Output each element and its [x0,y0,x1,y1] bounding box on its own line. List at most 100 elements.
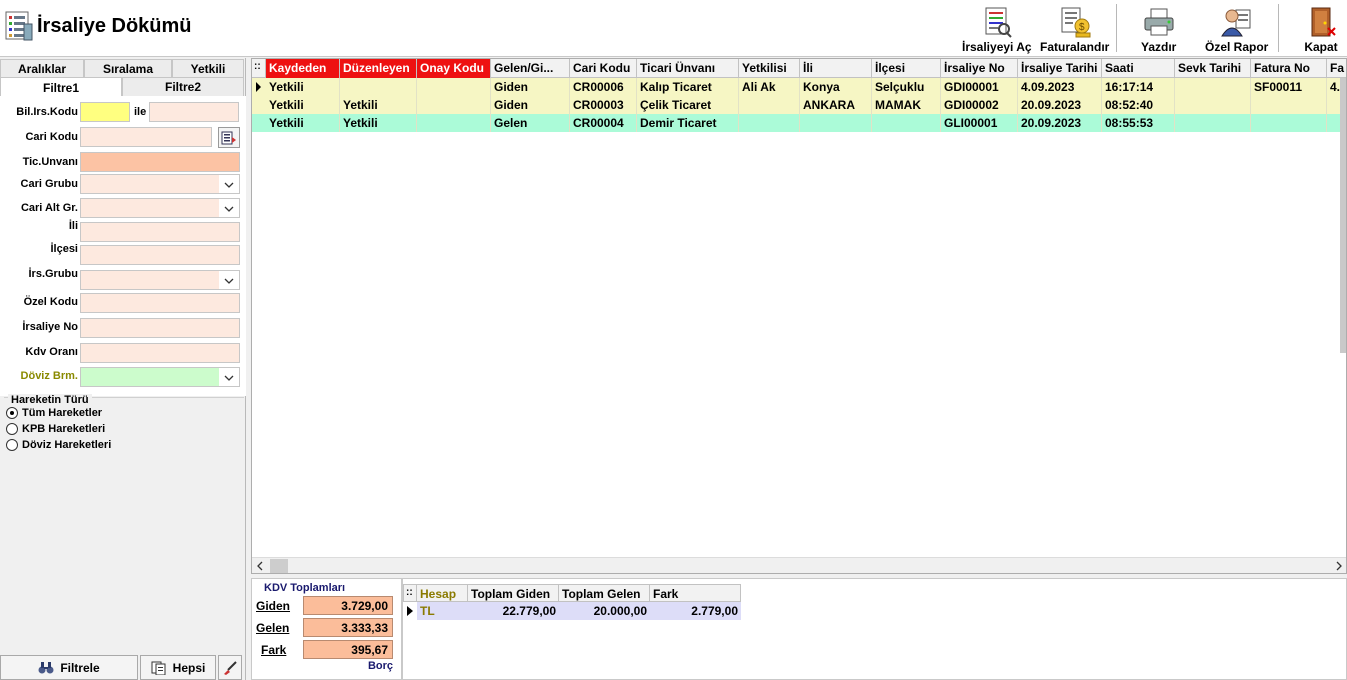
table-cell[interactable] [872,114,941,132]
bil-irs-kodu-end-input[interactable] [149,102,239,122]
table-cell[interactable]: 20.09.2023 [1018,96,1102,114]
tab-filtre2[interactable]: Filtre2 [122,77,244,96]
horizontal-scrollbar[interactable] [252,557,1346,573]
cari-kodu-input[interactable] [80,127,212,147]
cari-alt-gr-select[interactable] [80,198,240,218]
table-row[interactable]: Yetkili Yetkili Giden CR00003 Çelik Ticaret A… [252,96,1346,114]
tab-yetkili[interactable]: Yetkili [172,59,244,78]
summary-header-fark[interactable]: Fark [650,584,741,602]
table-cell[interactable]: Çelik Ticaret [637,96,739,114]
cari-grubu-select[interactable] [80,174,240,194]
column-header-gelen-gi[interactable]: Gelen/Gi... [491,59,570,78]
table-cell[interactable]: Demir Ticaret [637,114,739,132]
radio-button[interactable] [6,439,18,451]
column-header-irsaliye-tarihi[interactable]: İrsaliye Tarihi [1018,59,1102,78]
delivery-note-grid[interactable]: :: Kaydeden Düzenleyen Onay Kodu Gelen/Gi..… [251,58,1347,574]
column-header-fa[interactable]: Fa [1327,59,1346,78]
column-header-cari-kodu[interactable]: Cari Kodu [570,59,637,78]
table-row[interactable]: Yetkili Giden CR00006 Kalıp Ticaret Ali Ak Ko… [252,78,1346,96]
radio-kpb-hareketleri[interactable]: KPB Hareketleri [6,421,105,437]
table-cell[interactable] [800,114,872,132]
table-cell[interactable]: 08:55:53 [1102,114,1175,132]
radio-tum-hareketler[interactable]: Tüm Hareketler [6,405,102,421]
tab-araliklar[interactable]: Aralıklar [0,59,84,78]
table-cell[interactable]: Yetkili [340,114,417,132]
column-header-onay-kodu[interactable]: Onay Kodu [417,59,491,78]
summary-header-toplam-gelen[interactable]: Toplam Gelen [559,584,650,602]
ili-input[interactable] [80,222,240,242]
table-cell[interactable]: Yetkili [266,78,340,96]
table-cell[interactable] [1175,78,1251,96]
column-header-irsaliye-no[interactable]: İrsaliye No [941,59,1018,78]
table-cell[interactable]: CR00004 [570,114,637,132]
table-cell[interactable] [1251,96,1327,114]
summary-header-hesap[interactable]: Hesap [417,584,468,602]
print-button[interactable]: Yazdır [1141,2,1176,54]
scroll-thumb[interactable] [270,559,288,573]
summary-header-toplam-giden[interactable]: Toplam Giden [468,584,559,602]
table-cell[interactable]: GLI00001 [941,114,1018,132]
table-cell[interactable]: Ali Ak [739,78,800,96]
table-cell[interactable] [1251,114,1327,132]
table-cell[interactable]: CR00006 [570,78,637,96]
column-header-ili[interactable]: İli [800,59,872,78]
column-header-kaydeden[interactable]: Kaydeden [266,59,340,78]
table-cell[interactable]: 4.09.2023 [1018,78,1102,96]
column-header-ilcesi[interactable]: İlçesi [872,59,941,78]
column-header-fatura-no[interactable]: Fatura No [1251,59,1327,78]
table-cell[interactable]: Selçuklu [872,78,941,96]
ilcesi-input[interactable] [80,245,240,265]
open-document-button[interactable]: İrsaliyeyi Aç [962,2,1032,54]
vertical-scrollbar[interactable] [1340,78,1346,353]
table-cell[interactable] [417,114,491,132]
all-button[interactable]: Hepsi [140,655,216,680]
table-cell[interactable]: 16:17:14 [1102,78,1175,96]
chevron-right-icon[interactable] [1334,561,1344,571]
tab-siralama[interactable]: Sıralama [84,59,172,78]
table-cell[interactable]: MAMAK [872,96,941,114]
radio-doviz-hareketleri[interactable]: Döviz Hareketleri [6,437,111,453]
table-cell[interactable]: Kalıp Ticaret [637,78,739,96]
column-header-sevk-tarihi[interactable]: Sevk Tarihi [1175,59,1251,78]
column-header-duzenleyen[interactable]: Düzenleyen [340,59,417,78]
clear-filter-button[interactable] [218,655,242,680]
filter-button[interactable]: Filtrele [0,655,138,680]
irs-grubu-select[interactable] [80,270,240,290]
cari-pick-button[interactable] [218,127,240,148]
close-button[interactable]: Kapat [1304,2,1338,54]
table-cell[interactable] [739,96,800,114]
table-cell[interactable]: 08:52:40 [1102,96,1175,114]
ozel-kodu-input[interactable] [80,293,240,313]
table-cell[interactable] [1175,114,1251,132]
doviz-brm-select[interactable] [80,367,240,387]
irsaliye-no-input[interactable] [80,318,240,338]
table-cell[interactable]: GDI00002 [941,96,1018,114]
column-header-saati[interactable]: Saati [1102,59,1175,78]
table-cell[interactable] [417,78,491,96]
radio-button[interactable] [6,423,18,435]
table-cell[interactable]: Gelen [491,114,570,132]
table-cell[interactable]: Giden [491,96,570,114]
radio-button[interactable] [6,407,18,419]
table-cell[interactable] [739,114,800,132]
summary-grid[interactable]: :: Hesap Toplam Giden Toplam Gelen Fark … [402,578,1347,680]
table-cell[interactable]: ANKARA [800,96,872,114]
table-cell[interactable]: CR00003 [570,96,637,114]
tic-unvani-input[interactable] [80,152,240,172]
table-cell[interactable]: 20.09.2023 [1018,114,1102,132]
table-cell[interactable] [417,96,491,114]
invoice-button[interactable]: $ Faturalandır [1040,2,1109,54]
table-cell[interactable]: SF00011 [1251,78,1327,96]
tab-filtre1[interactable]: Filtre1 [0,77,122,97]
column-header-yetkilisi[interactable]: Yetkilisi [739,59,800,78]
bil-irs-kodu-input[interactable] [80,102,130,122]
chevron-left-icon[interactable] [255,561,265,571]
table-cell[interactable] [1175,96,1251,114]
table-cell[interactable]: Yetkili [266,96,340,114]
kdv-orani-input[interactable] [80,343,240,363]
table-cell[interactable] [340,78,417,96]
table-cell[interactable]: Yetkili [340,96,417,114]
column-header-ticari-unvani[interactable]: Ticari Ünvanı [637,59,739,78]
table-cell[interactable]: Yetkili [266,114,340,132]
custom-report-button[interactable]: Özel Rapor [1205,2,1268,54]
